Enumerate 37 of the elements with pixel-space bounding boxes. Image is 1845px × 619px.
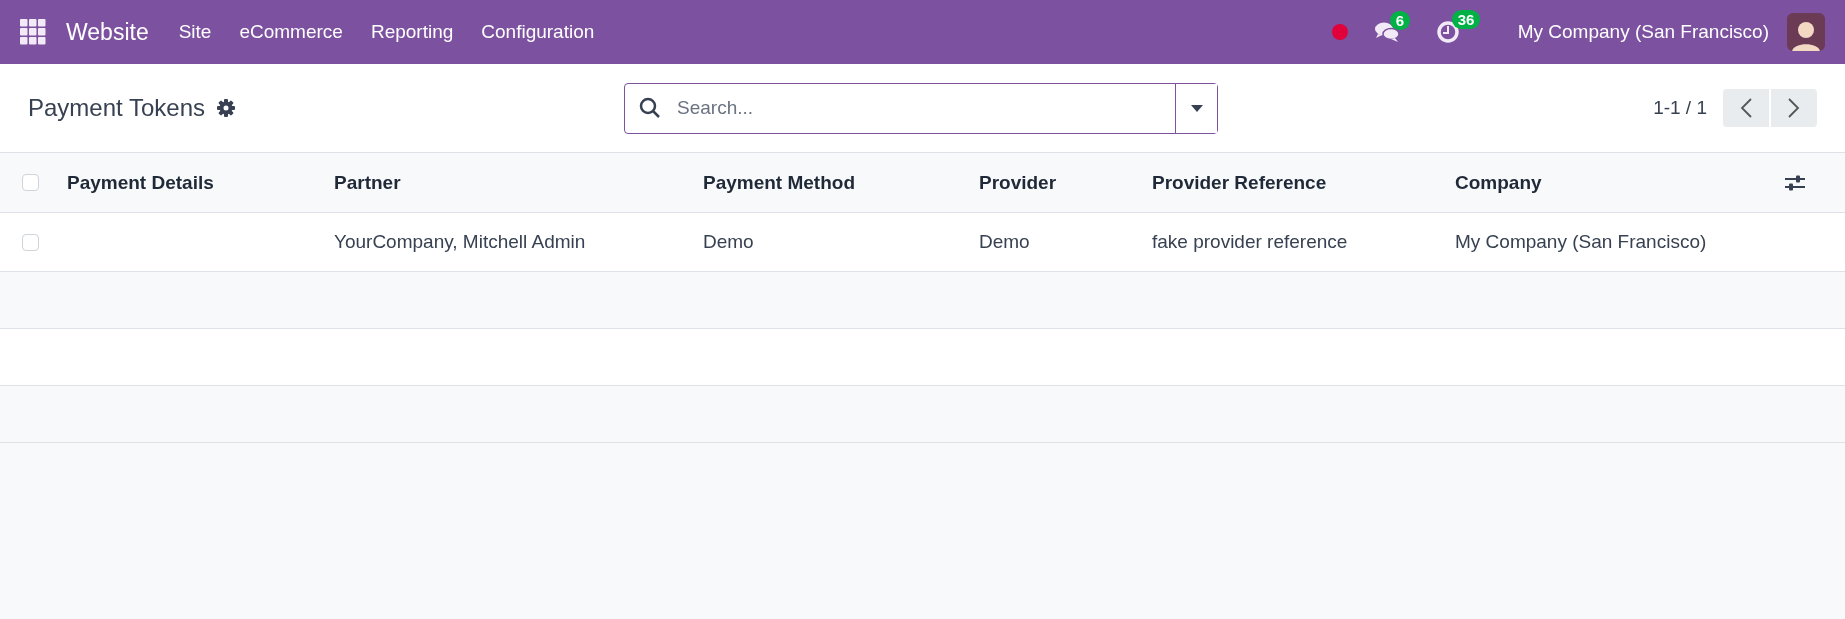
select-all-checkbox[interactable]: [22, 174, 39, 191]
previous-button[interactable]: [1723, 89, 1769, 127]
caret-icon: [1190, 104, 1203, 112]
table-cell: Demo: [979, 231, 1030, 253]
status-dot-icon[interactable]: [1331, 24, 1348, 40]
search-options-toggle[interactable]: [1175, 83, 1217, 133]
search-bar[interactable]: Search...: [624, 82, 1218, 134]
activity-count: 36: [1451, 10, 1481, 29]
column-header[interactable]: Payment Details: [67, 171, 214, 194]
column-header[interactable]: Provider Reference: [1152, 171, 1327, 194]
table-cell: YourCompany, Mitchell Admin: [334, 231, 586, 253]
menu-item[interactable]: Configuration: [467, 15, 609, 49]
chevron-left-icon: [1740, 98, 1752, 118]
settings-icon[interactable]: [217, 99, 235, 117]
app-name[interactable]: Website: [66, 18, 149, 46]
menu-item[interactable]: Reporting: [356, 15, 468, 49]
table-cell: Demo: [703, 231, 754, 253]
user-avatar[interactable]: [1787, 13, 1825, 51]
page-title: Payment Tokens: [28, 94, 205, 122]
sliders-icon[interactable]: [1785, 173, 1805, 192]
column-header[interactable]: Payment Method: [703, 171, 856, 194]
search-icon: [639, 97, 661, 119]
pager-value[interactable]: 1-1 / 1: [1653, 97, 1707, 119]
table-cell: fake provider reference: [1152, 231, 1348, 253]
column-header[interactable]: Company: [1455, 171, 1542, 194]
column-header[interactable]: Partner: [334, 171, 401, 194]
next-button[interactable]: [1771, 89, 1817, 127]
column-header[interactable]: Provider: [979, 171, 1057, 194]
table-cell: My Company (San Francisco): [1455, 231, 1707, 253]
app-grid-icon[interactable]: [20, 19, 46, 45]
message-count: 6: [1389, 11, 1411, 30]
menu-item[interactable]: Site: [164, 15, 226, 49]
row-checkbox[interactable]: [22, 233, 39, 251]
company-switcher[interactable]: My Company (San Francisco): [1517, 21, 1769, 43]
menu-item[interactable]: eCommerce: [225, 15, 357, 49]
clock-icon[interactable]: [1435, 20, 1460, 44]
chevron-right-icon: [1788, 98, 1800, 118]
